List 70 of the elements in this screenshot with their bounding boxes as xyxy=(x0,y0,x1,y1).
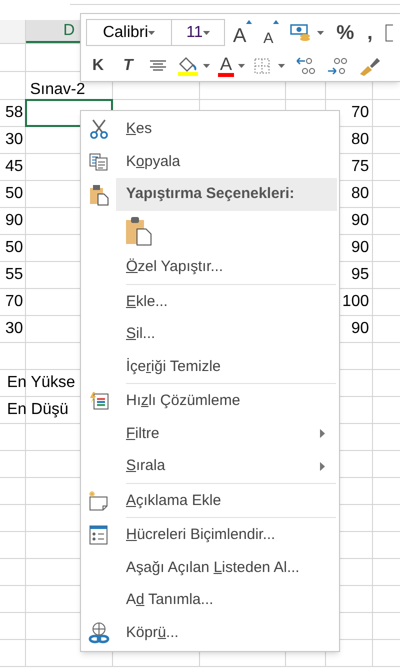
menu-item[interactable]: Kopyala xyxy=(116,146,339,178)
menu-item[interactable]: Özel Yapıştır... xyxy=(116,251,339,284)
menu-item[interactable]: Köprü... xyxy=(116,616,339,649)
link-icon xyxy=(88,622,110,644)
decrease-decimal-icon xyxy=(327,56,350,76)
increase-decimal-icon xyxy=(295,56,318,76)
quick-analysis-icon xyxy=(88,391,108,412)
table-cell: 50 xyxy=(5,240,23,256)
scissors-icon xyxy=(88,119,108,140)
arrow-up-icon xyxy=(273,20,280,24)
money-icon xyxy=(290,24,312,42)
format-button[interactable]: % xyxy=(332,20,358,46)
menu-item[interactable]: Açıklama Ekle xyxy=(116,484,339,517)
menu-item[interactable]: Hızlı Çözümleme xyxy=(116,385,339,418)
table-cell: 90 xyxy=(351,240,369,256)
bold-button[interactable]: K xyxy=(85,53,111,79)
grow-font-button[interactable]: A xyxy=(230,20,256,46)
table-cell: En Düşü xyxy=(7,402,68,418)
comment-icon xyxy=(88,490,109,511)
font-field[interactable]: Calibri xyxy=(86,19,172,46)
format-button[interactable]: , xyxy=(363,20,377,46)
table-cell: 30 xyxy=(5,321,23,337)
shrink-font-button[interactable]: A xyxy=(260,20,282,46)
font-size-field[interactable]: 11 xyxy=(172,19,225,46)
menu-item[interactable]: İçeriği Temizle xyxy=(116,350,339,383)
table-cell: 70 xyxy=(5,294,23,310)
header-cell: Sınav-2 xyxy=(30,82,86,98)
font-size: 11 xyxy=(186,22,203,42)
paintbrush-icon xyxy=(359,56,382,76)
table-cell: En Yükse xyxy=(7,375,76,391)
table-cell: 100 xyxy=(342,294,369,310)
menu-section-header: Yapıştırma Seçenekleri: xyxy=(116,178,337,211)
caret-icon xyxy=(148,30,156,34)
menu-item[interactable]: Ad Tanımla... xyxy=(116,584,339,616)
table-cell: 30 xyxy=(5,132,23,148)
table-cell: 90 xyxy=(351,213,369,229)
clipboard-icon xyxy=(88,184,108,206)
corner-cell[interactable] xyxy=(0,20,25,43)
format-cells-icon xyxy=(89,525,108,546)
table-cell: 58 xyxy=(5,105,23,121)
clipboard-icon xyxy=(125,216,153,246)
menu-item[interactable]: Hücreleri Biçimlendir... xyxy=(116,519,339,552)
paint-bucket-icon xyxy=(177,55,199,77)
table-cell: 90 xyxy=(5,213,23,229)
table-cell: 75 xyxy=(351,159,369,175)
table-cell: 90 xyxy=(351,321,369,337)
italic-button[interactable]: T xyxy=(115,53,141,79)
menu-item[interactable]: Aşağı Açılan Listeden Al... xyxy=(116,552,339,584)
borders-icon xyxy=(254,58,270,74)
align-center-icon xyxy=(150,60,166,72)
menu-item[interactable]: Filtre xyxy=(116,418,339,450)
font-color-button[interactable]: A xyxy=(216,53,248,79)
caret-icon xyxy=(238,64,246,68)
caret-icon xyxy=(317,30,324,34)
table-cell: 80 xyxy=(351,132,369,148)
table-cell: 70 xyxy=(351,105,369,121)
table-cell: 55 xyxy=(5,267,23,283)
arrow-up-icon xyxy=(246,20,252,24)
copy-icon xyxy=(89,152,108,171)
menu-item[interactable]: Kes xyxy=(116,113,339,146)
menu-item[interactable]: Sil... xyxy=(116,318,339,350)
table-cell: 50 xyxy=(5,186,23,202)
caret-icon xyxy=(202,30,210,34)
caret-icon xyxy=(278,64,286,68)
menu-item[interactable]: Sırala xyxy=(116,450,339,482)
table-cell: 45 xyxy=(5,159,23,175)
table-cell: 80 xyxy=(351,186,369,202)
menu-item[interactable]: Ekle... xyxy=(116,286,339,318)
caret-icon xyxy=(203,64,210,68)
table-cell: 95 xyxy=(351,267,369,283)
